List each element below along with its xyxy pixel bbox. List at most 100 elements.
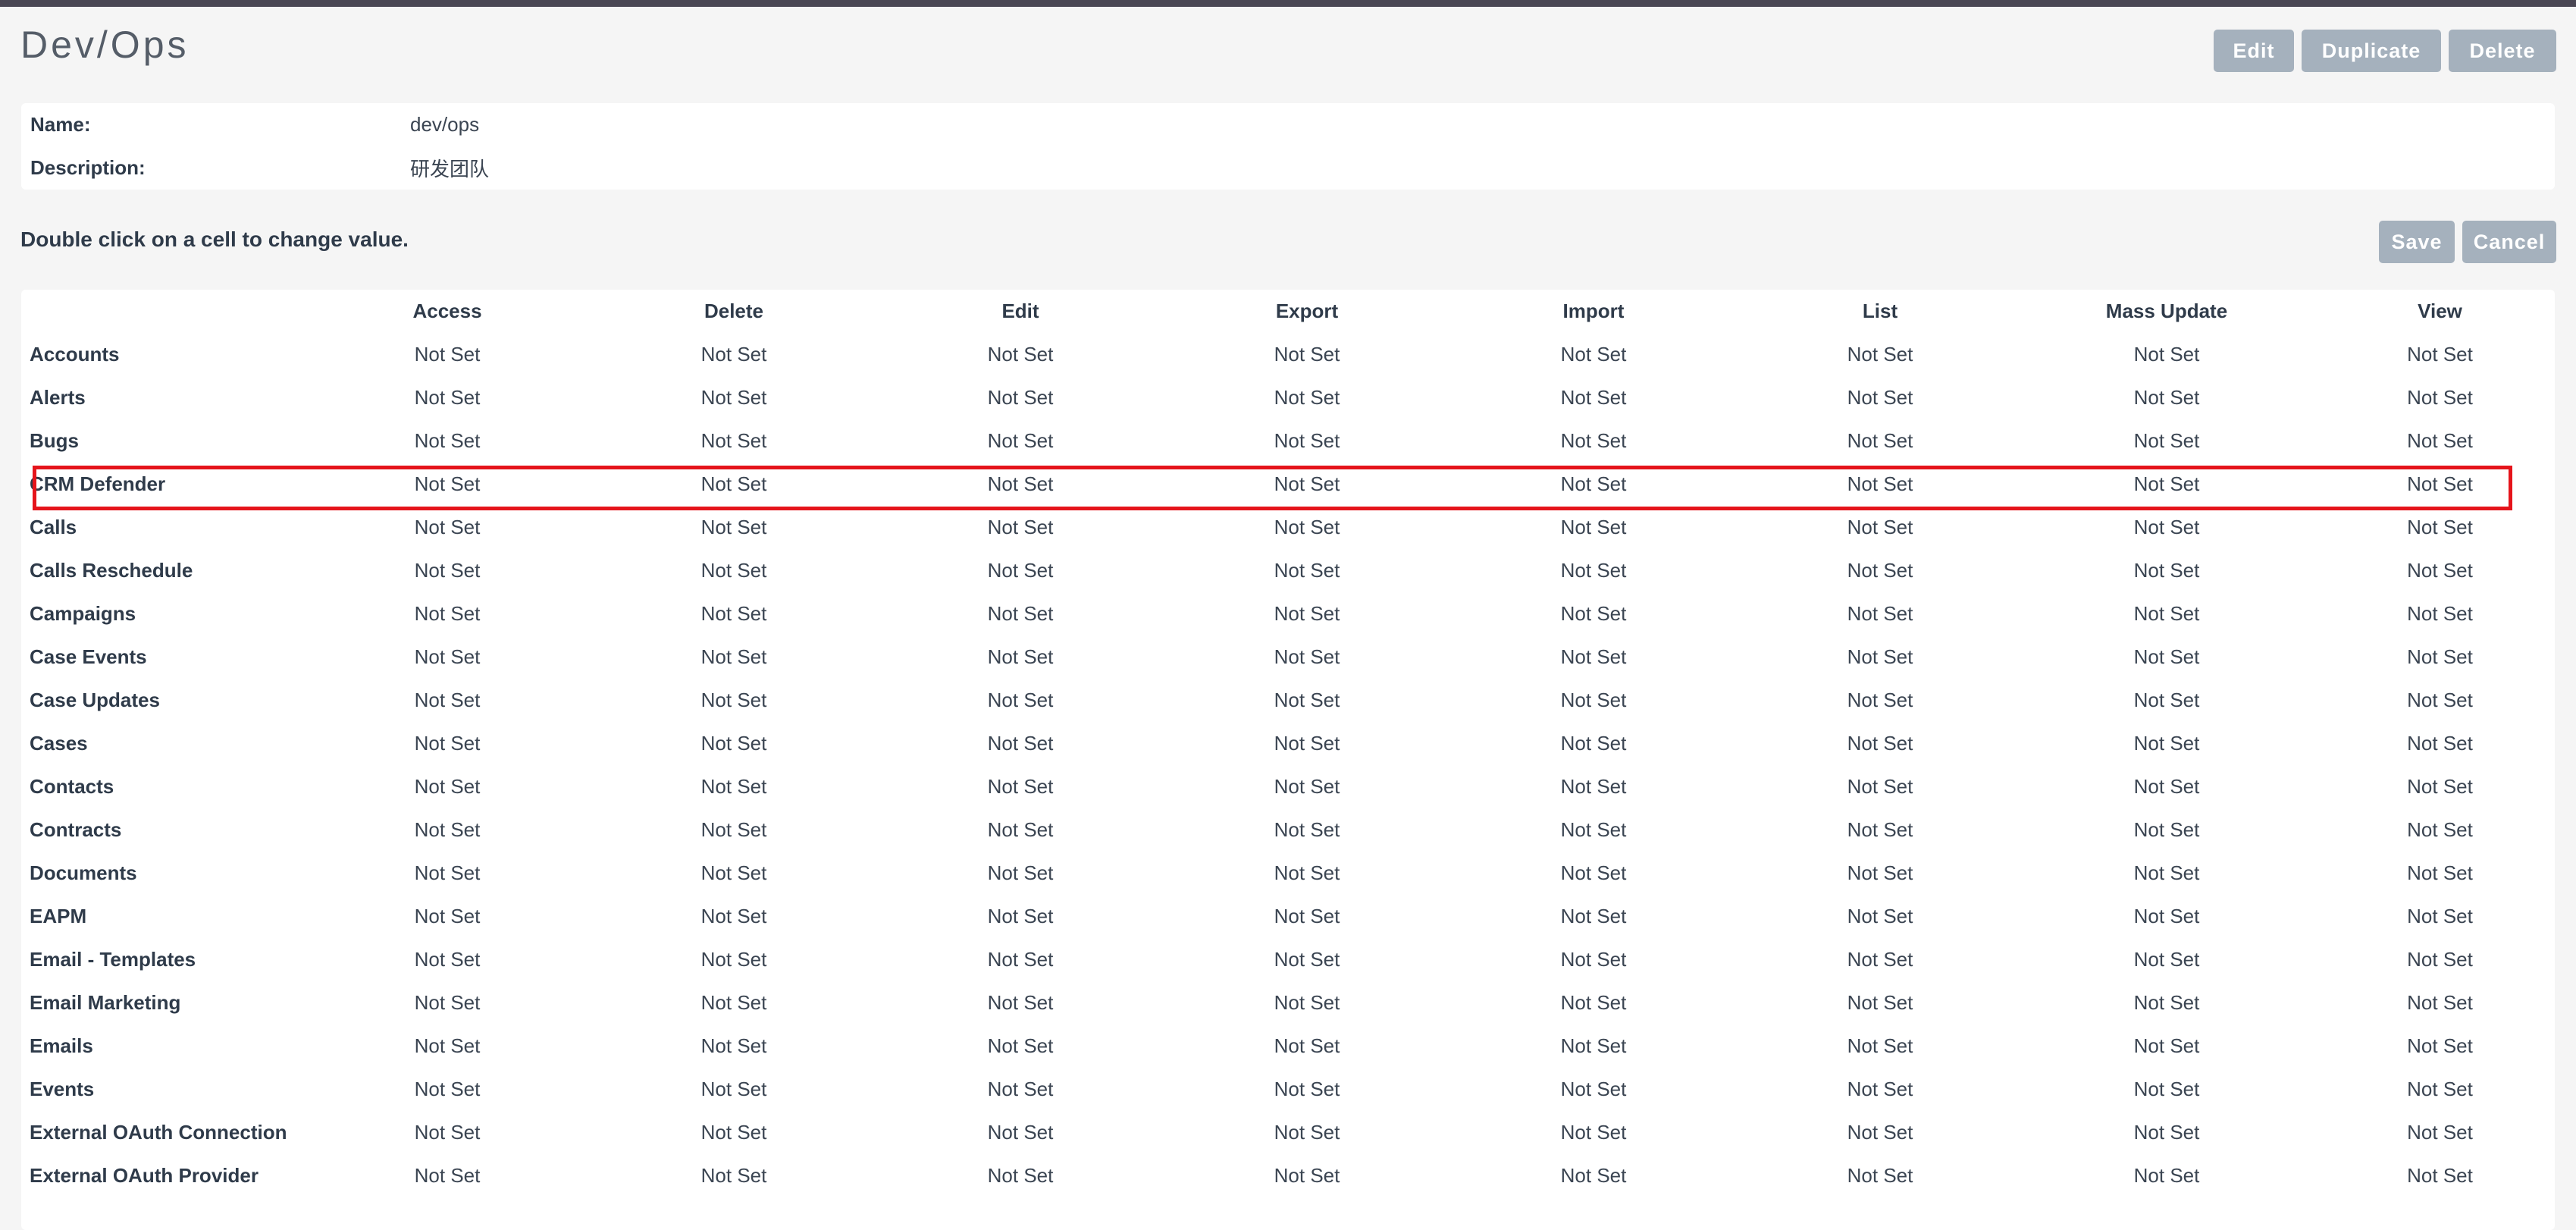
- acl-cell-delete[interactable]: Not Set: [591, 722, 877, 765]
- acl-cell-import[interactable]: Not Set: [1450, 506, 1737, 549]
- acl-cell-access[interactable]: Not Set: [304, 506, 591, 549]
- acl-cell-view[interactable]: Not Set: [2310, 635, 2555, 679]
- acl-cell-export[interactable]: Not Set: [1164, 1111, 1450, 1154]
- acl-cell-delete[interactable]: Not Set: [591, 376, 877, 419]
- acl-cell-access[interactable]: Not Set: [304, 592, 591, 635]
- acl-cell-export[interactable]: Not Set: [1164, 635, 1450, 679]
- acl-cell-export[interactable]: Not Set: [1164, 679, 1450, 722]
- acl-cell-export[interactable]: Not Set: [1164, 1154, 1450, 1197]
- save-button[interactable]: Save: [2379, 221, 2455, 263]
- edit-button[interactable]: Edit: [2214, 30, 2294, 72]
- acl-cell-list[interactable]: Not Set: [1737, 765, 2023, 808]
- acl-cell-mass-update[interactable]: Not Set: [2023, 376, 2310, 419]
- acl-cell-list[interactable]: Not Set: [1737, 679, 2023, 722]
- acl-cell-mass-update[interactable]: Not Set: [2023, 635, 2310, 679]
- acl-cell-delete[interactable]: Not Set: [591, 1154, 877, 1197]
- acl-cell-mass-update[interactable]: Not Set: [2023, 981, 2310, 1024]
- acl-cell-delete[interactable]: Not Set: [591, 1111, 877, 1154]
- acl-cell-access[interactable]: Not Set: [304, 1111, 591, 1154]
- acl-cell-delete[interactable]: Not Set: [591, 419, 877, 463]
- acl-cell-view[interactable]: Not Set: [2310, 938, 2555, 981]
- acl-cell-mass-update[interactable]: Not Set: [2023, 549, 2310, 592]
- acl-cell-import[interactable]: Not Set: [1450, 376, 1737, 419]
- acl-cell-view[interactable]: Not Set: [2310, 808, 2555, 852]
- acl-cell-import[interactable]: Not Set: [1450, 938, 1737, 981]
- acl-cell-edit[interactable]: Not Set: [877, 592, 1164, 635]
- acl-cell-list[interactable]: Not Set: [1737, 1111, 2023, 1154]
- acl-cell-edit[interactable]: Not Set: [877, 765, 1164, 808]
- acl-cell-access[interactable]: Not Set: [304, 765, 591, 808]
- acl-cell-view[interactable]: Not Set: [2310, 592, 2555, 635]
- acl-cell-view[interactable]: Not Set: [2310, 765, 2555, 808]
- acl-cell-view[interactable]: Not Set: [2310, 549, 2555, 592]
- acl-cell-list[interactable]: Not Set: [1737, 463, 2023, 506]
- acl-cell-mass-update[interactable]: Not Set: [2023, 1111, 2310, 1154]
- acl-cell-edit[interactable]: Not Set: [877, 549, 1164, 592]
- acl-cell-view[interactable]: Not Set: [2310, 1111, 2555, 1154]
- acl-cell-view[interactable]: Not Set: [2310, 463, 2555, 506]
- acl-cell-import[interactable]: Not Set: [1450, 852, 1737, 895]
- acl-cell-view[interactable]: Not Set: [2310, 1154, 2555, 1197]
- acl-cell-edit[interactable]: Not Set: [877, 938, 1164, 981]
- acl-cell-mass-update[interactable]: Not Set: [2023, 808, 2310, 852]
- acl-cell-delete[interactable]: Not Set: [591, 895, 877, 938]
- acl-cell-view[interactable]: Not Set: [2310, 852, 2555, 895]
- acl-cell-access[interactable]: Not Set: [304, 722, 591, 765]
- acl-cell-delete[interactable]: Not Set: [591, 1024, 877, 1068]
- acl-cell-mass-update[interactable]: Not Set: [2023, 679, 2310, 722]
- acl-cell-delete[interactable]: Not Set: [591, 635, 877, 679]
- acl-cell-import[interactable]: Not Set: [1450, 895, 1737, 938]
- delete-button[interactable]: Delete: [2449, 30, 2556, 72]
- acl-cell-access[interactable]: Not Set: [304, 1024, 591, 1068]
- acl-cell-access[interactable]: Not Set: [304, 419, 591, 463]
- acl-cell-list[interactable]: Not Set: [1737, 333, 2023, 376]
- acl-cell-export[interactable]: Not Set: [1164, 1068, 1450, 1111]
- acl-cell-access[interactable]: Not Set: [304, 1154, 591, 1197]
- duplicate-button[interactable]: Duplicate: [2302, 30, 2441, 72]
- acl-cell-import[interactable]: Not Set: [1450, 1024, 1737, 1068]
- acl-cell-delete[interactable]: Not Set: [591, 463, 877, 506]
- acl-cell-view[interactable]: Not Set: [2310, 419, 2555, 463]
- acl-cell-export[interactable]: Not Set: [1164, 938, 1450, 981]
- acl-cell-delete[interactable]: Not Set: [591, 549, 877, 592]
- acl-cell-export[interactable]: Not Set: [1164, 333, 1450, 376]
- acl-cell-mass-update[interactable]: Not Set: [2023, 852, 2310, 895]
- acl-cell-edit[interactable]: Not Set: [877, 1154, 1164, 1197]
- acl-cell-delete[interactable]: Not Set: [591, 506, 877, 549]
- acl-cell-list[interactable]: Not Set: [1737, 376, 2023, 419]
- acl-cell-import[interactable]: Not Set: [1450, 679, 1737, 722]
- acl-cell-list[interactable]: Not Set: [1737, 506, 2023, 549]
- acl-cell-import[interactable]: Not Set: [1450, 592, 1737, 635]
- acl-cell-access[interactable]: Not Set: [304, 938, 591, 981]
- acl-cell-access[interactable]: Not Set: [304, 895, 591, 938]
- acl-cell-export[interactable]: Not Set: [1164, 722, 1450, 765]
- acl-cell-list[interactable]: Not Set: [1737, 938, 2023, 981]
- acl-cell-mass-update[interactable]: Not Set: [2023, 1068, 2310, 1111]
- acl-cell-export[interactable]: Not Set: [1164, 808, 1450, 852]
- acl-cell-list[interactable]: Not Set: [1737, 722, 2023, 765]
- acl-cell-import[interactable]: Not Set: [1450, 1154, 1737, 1197]
- acl-cell-edit[interactable]: Not Set: [877, 1024, 1164, 1068]
- acl-cell-access[interactable]: Not Set: [304, 463, 591, 506]
- acl-cell-export[interactable]: Not Set: [1164, 506, 1450, 549]
- acl-cell-view[interactable]: Not Set: [2310, 506, 2555, 549]
- acl-cell-view[interactable]: Not Set: [2310, 981, 2555, 1024]
- acl-cell-export[interactable]: Not Set: [1164, 1024, 1450, 1068]
- acl-cell-edit[interactable]: Not Set: [877, 808, 1164, 852]
- acl-cell-access[interactable]: Not Set: [304, 981, 591, 1024]
- acl-cell-list[interactable]: Not Set: [1737, 895, 2023, 938]
- acl-cell-list[interactable]: Not Set: [1737, 635, 2023, 679]
- acl-cell-view[interactable]: Not Set: [2310, 333, 2555, 376]
- acl-cell-delete[interactable]: Not Set: [591, 1068, 877, 1111]
- acl-cell-mass-update[interactable]: Not Set: [2023, 1154, 2310, 1197]
- acl-cell-edit[interactable]: Not Set: [877, 1068, 1164, 1111]
- acl-cell-access[interactable]: Not Set: [304, 852, 591, 895]
- acl-cell-list[interactable]: Not Set: [1737, 1068, 2023, 1111]
- acl-cell-mass-update[interactable]: Not Set: [2023, 463, 2310, 506]
- acl-cell-export[interactable]: Not Set: [1164, 895, 1450, 938]
- acl-cell-mass-update[interactable]: Not Set: [2023, 1024, 2310, 1068]
- acl-cell-list[interactable]: Not Set: [1737, 592, 2023, 635]
- acl-cell-list[interactable]: Not Set: [1737, 419, 2023, 463]
- acl-cell-edit[interactable]: Not Set: [877, 635, 1164, 679]
- acl-cell-edit[interactable]: Not Set: [877, 679, 1164, 722]
